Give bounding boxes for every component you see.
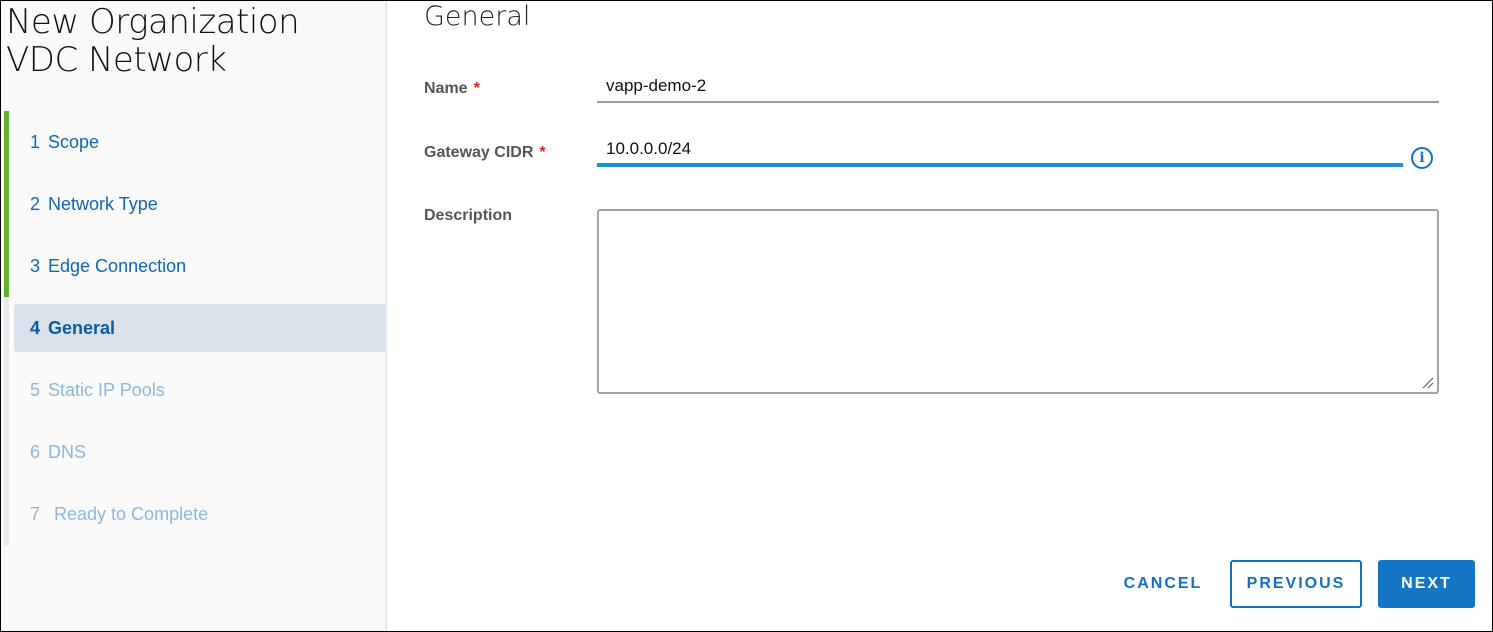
step-general[interactable]: 4 General [4,297,385,359]
step-dns: 6 DNS [1,421,387,483]
step-number: 4 [30,317,41,338]
name-label-text: Name [424,80,468,97]
name-label: Name * [424,71,597,98]
step-progress-bar [4,235,9,297]
name-input[interactable] [597,71,1439,103]
step-edge-connection[interactable]: 3 Edge Connection [1,235,387,297]
step-progress-bar [4,359,9,421]
description-row: Description [424,207,1439,394]
step-label: General [48,317,116,338]
cancel-button[interactable]: CANCEL [1108,560,1218,608]
step-number: 7 [30,503,41,524]
step-progress-bar [4,297,9,359]
wizard-title-line2: VDC Network [6,40,227,80]
wizard-sidebar: New Organization VDC Network 1 Scope 2 N… [1,1,387,631]
required-marker: * [473,80,480,97]
wizard-content: General Name * Gateway CIDR * i Descriptio… [387,1,1492,631]
wizard-footer: CANCEL PREVIOUS NEXT [1108,560,1475,608]
resize-grip-icon[interactable] [1422,377,1434,389]
previous-button[interactable]: PREVIOUS [1230,560,1362,608]
step-network-type[interactable]: 2 Network Type [1,173,387,235]
description-textarea[interactable] [597,209,1439,394]
wizard-title-line1: New Organization [6,2,300,42]
next-button[interactable]: NEXT [1378,560,1475,608]
step-ready-to-complete: 7 Ready to Complete [1,483,387,545]
step-number: 5 [30,379,41,400]
step-progress-bar [4,111,9,173]
step-label: Scope [48,131,100,152]
gateway-cidr-row: Gateway CIDR * i [424,135,1433,169]
step-scope[interactable]: 1 Scope [1,111,387,173]
step-number: 2 [30,193,41,214]
gateway-cidr-input[interactable] [597,135,1403,167]
step-progress-bar [4,421,9,483]
step-number: 6 [30,441,41,462]
wizard-dialog: New Organization VDC Network 1 Scope 2 N… [0,0,1493,632]
required-marker: * [539,144,546,161]
info-icon[interactable]: i [1411,147,1433,169]
description-label: Description [424,207,513,224]
gateway-cidr-label-text: Gateway CIDR [424,144,534,161]
name-row: Name * [424,71,1439,103]
step-progress-bar [4,483,9,545]
wizard-steps: 1 Scope 2 Network Type 3 Edge Connection… [1,111,387,545]
step-label: DNS [48,441,87,462]
wizard-title: New Organization VDC Network [6,2,300,80]
step-number: 3 [30,255,41,276]
step-static-ip-pools: 5 Static IP Pools [1,359,387,421]
step-progress-bar [4,173,9,235]
gateway-cidr-label: Gateway CIDR * [424,135,597,162]
page-title: General [424,1,531,32]
step-label: Edge Connection [48,255,187,276]
step-label: Static IP Pools [48,379,165,400]
step-number: 1 [30,131,41,152]
step-label: Network Type [48,193,158,214]
step-label: Ready to Complete [54,503,209,524]
